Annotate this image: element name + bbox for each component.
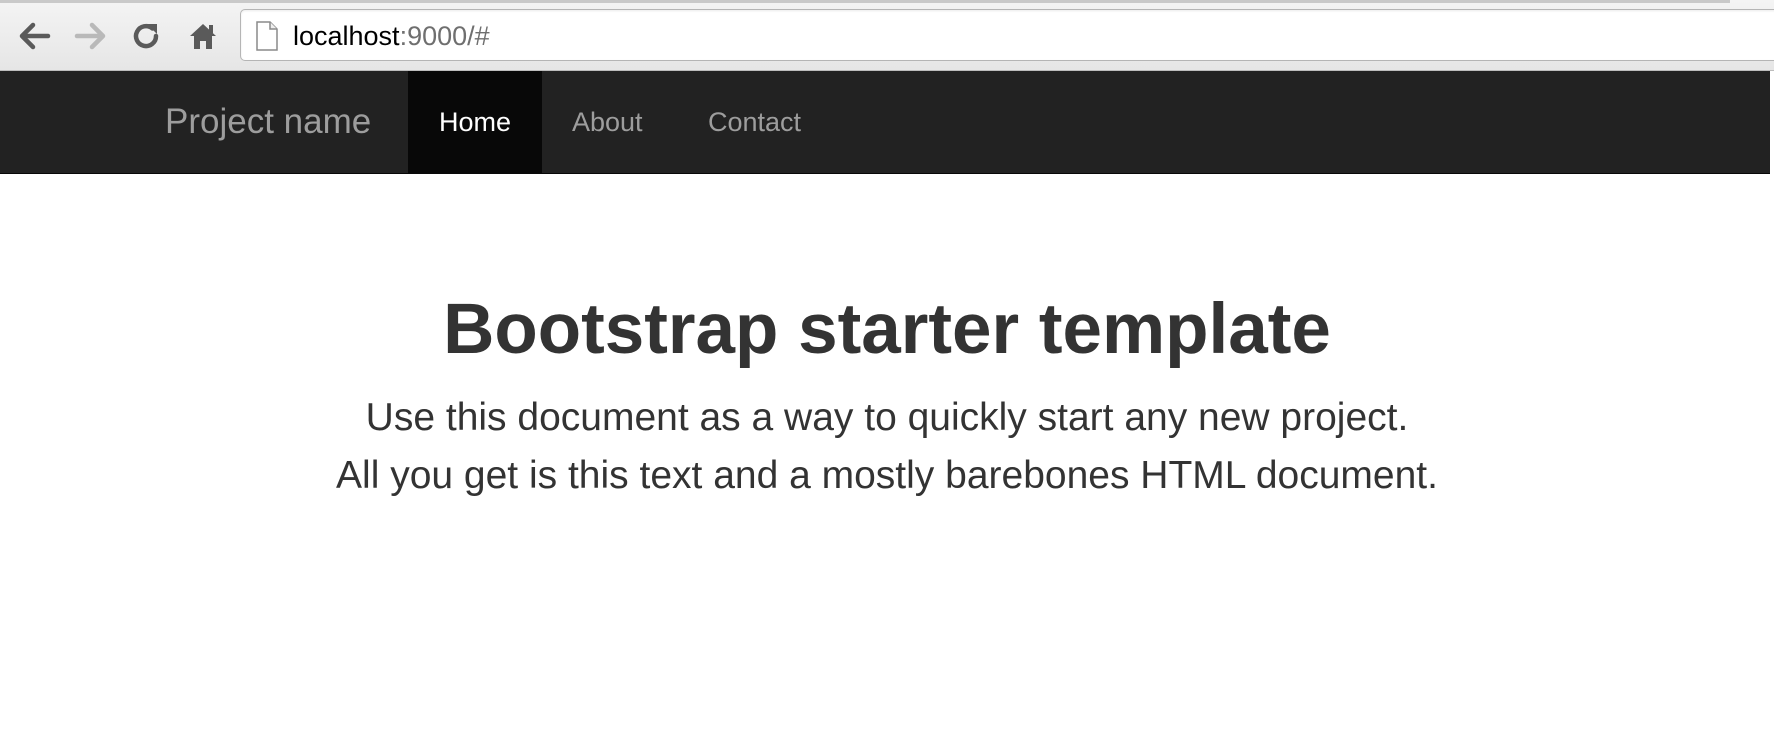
lead-text-line-2: All you get is this text and a mostly ba… <box>336 454 1438 497</box>
home-icon <box>190 24 216 49</box>
back-button[interactable] <box>15 16 55 56</box>
url-host: localhost <box>293 21 400 51</box>
page-title: Bootstrap starter template <box>443 290 1331 369</box>
back-arrow-icon <box>19 22 51 50</box>
forward-button[interactable] <box>70 16 110 56</box>
url-text[interactable]: localhost:9000/# <box>293 21 490 51</box>
navbar-brand[interactable]: Project name <box>165 71 371 173</box>
url-port-path: :9000/# <box>399 21 490 51</box>
nav-item-contact[interactable]: Contact <box>708 71 801 173</box>
nav-item-about[interactable]: About <box>572 71 643 173</box>
reload-icon <box>133 23 159 49</box>
window-edge <box>1770 71 1774 174</box>
forward-arrow-icon <box>74 22 106 50</box>
browser-toolbar: localhost:9000/# <box>0 0 1774 71</box>
top-navbar: Project name Home About Contact <box>0 71 1770 174</box>
page-icon <box>256 21 278 51</box>
nav-item-home[interactable]: Home <box>408 71 542 173</box>
reload-button[interactable] <box>126 16 166 56</box>
address-bar[interactable]: localhost:9000/# <box>240 9 1774 61</box>
home-button[interactable] <box>183 16 223 56</box>
lead-text-line-1: Use this document as a way to quickly st… <box>365 396 1409 439</box>
toolbar-border <box>0 0 1730 3</box>
